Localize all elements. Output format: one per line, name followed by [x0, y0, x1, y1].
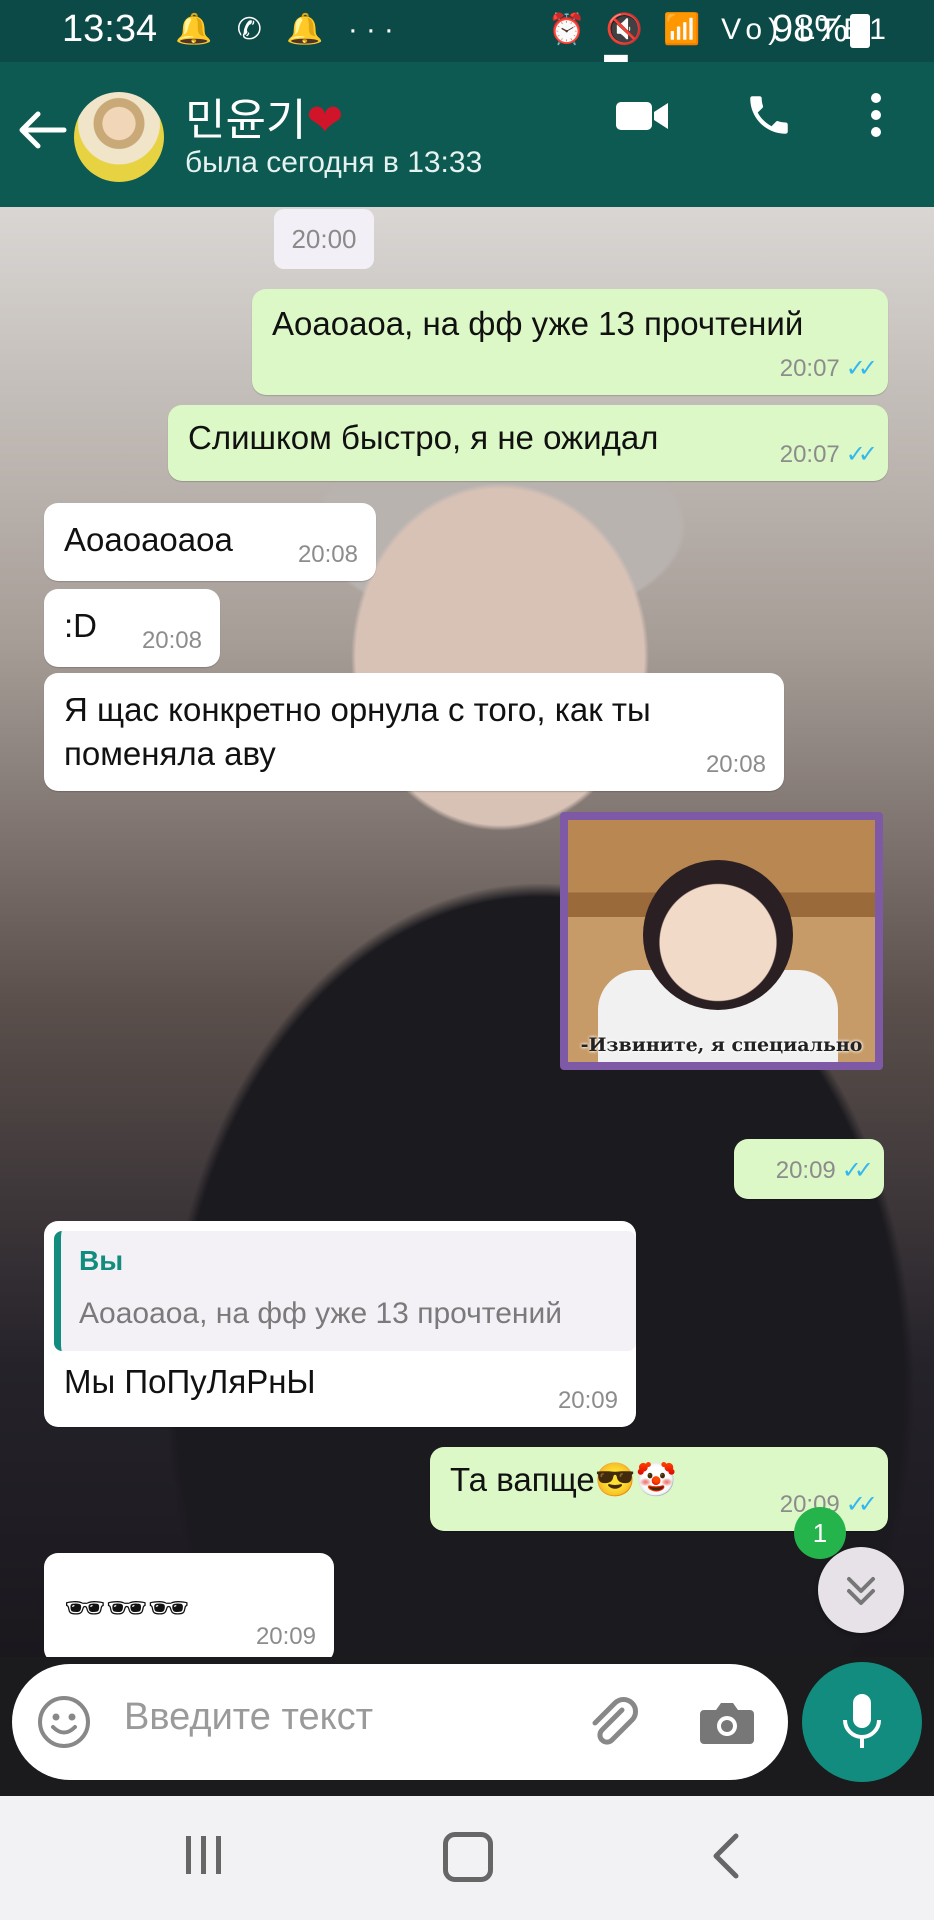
read-ticks-icon: ✓✓ [845, 441, 878, 468]
nav-home-icon[interactable] [443, 1832, 493, 1882]
message-time: 20:09 [775, 1157, 836, 1184]
status-bar: 13:34 🔔 ✆ 🔔 ··· ⏰ 🔇 📶 Vo) LTE1 ▂▄▆ 98% [0, 0, 934, 81]
chat-header: 민윤기❤ была сегодня в 13:33 [0, 62, 934, 207]
message-bubble-in[interactable]: Аоаоаоаоа 20:08 [44, 503, 376, 581]
more-vert-icon[interactable] [866, 92, 886, 138]
last-seen: была сегодня в 13:33 [185, 146, 483, 179]
message-bubble-in[interactable]: 🕶🕶🕶 20:09 [44, 1553, 334, 1657]
voice-record-button[interactable] [802, 1662, 922, 1782]
chat-area[interactable]: 20:00 Аоаоаоа, на фф уже 13 прочтений 20… [0, 207, 934, 1657]
emoji-icon[interactable] [36, 1694, 92, 1750]
message-text: Аоаоаоа, на фф уже 13 прочтений [272, 305, 804, 342]
quote-text: Аоаоаоа, на фф уже 13 прочтений [79, 1297, 562, 1330]
read-ticks-icon: ✓✓ [841, 1157, 874, 1184]
message-meta: 20:07 ✓✓ [779, 440, 878, 469]
back-arrow-icon[interactable] [16, 110, 68, 150]
message-time: 20:08 [705, 751, 766, 778]
image-meta-bubble: 20:09 ✓✓ [734, 1139, 884, 1199]
heart-emoji: ❤ [306, 96, 344, 145]
message-bubble-out[interactable]: Аоаоаоа, на фф уже 13 прочтений 20:07 ✓✓ [252, 289, 888, 395]
message-text-line2: поменяла аву [64, 735, 276, 772]
meme-figure-face [643, 860, 793, 1010]
contact-name-text: 민윤기 [185, 96, 307, 145]
message-time: 20:09 [557, 1387, 618, 1414]
contact-name[interactable]: 민윤기❤ [185, 84, 343, 148]
battery-icon [850, 14, 870, 48]
image-message[interactable]: -Извините, я специально [560, 812, 883, 1070]
meme-caption: -Извините, я специально [580, 1034, 863, 1056]
reply-message-bubble[interactable]: Вы Аоаоаоа, на фф уже 13 прочтений Мы По… [44, 1221, 636, 1427]
message-text: Мы ПоПуЛяРнЫ [64, 1363, 316, 1400]
message-bubble-in[interactable]: :D 20:08 [44, 589, 220, 667]
status-time: 13:34 [62, 8, 158, 50]
contact-avatar[interactable] [74, 92, 164, 182]
unread-count-badge: 1 [794, 1507, 846, 1559]
message-time: 20:08 [297, 541, 358, 568]
message-input[interactable]: Введите текст [124, 1696, 373, 1739]
camera-icon[interactable] [698, 1694, 756, 1752]
attach-icon[interactable] [582, 1692, 642, 1752]
video-call-icon[interactable] [614, 98, 670, 134]
message-time: 20:09 [255, 1623, 316, 1650]
battery-percent: 98% [772, 8, 849, 50]
message-text: :D [64, 607, 97, 644]
quoted-message[interactable]: Вы Аоаоаоа, на фф уже 13 прочтений [54, 1231, 636, 1351]
message-time: 20:07 [779, 441, 840, 468]
scroll-down-button[interactable] [818, 1547, 904, 1633]
message-text: Слишком быстро, я не ожидал [188, 419, 659, 456]
message-text-line1: Я щас конкретно орнула с того, как ты [64, 691, 651, 728]
message-bubble-out[interactable]: Слишком быстро, я не ожидал 20:07 ✓✓ [168, 405, 888, 481]
message-time: 20:08 [141, 627, 202, 654]
message-bubble-in[interactable]: Я щас конкретно орнула с того, как ты по… [44, 673, 784, 791]
scroll-down-icon [847, 1577, 875, 1605]
nav-recent-icon[interactable] [182, 1834, 226, 1876]
date-chip: 20:00 [274, 209, 374, 269]
system-nav-bar [0, 1796, 934, 1920]
status-notification-icons: 🔔 ✆ 🔔 ··· [175, 13, 402, 46]
message-text: Аоаоаоаоа [64, 521, 233, 558]
message-composer[interactable]: Введите текст [12, 1664, 788, 1780]
read-ticks-icon: ✓✓ [845, 1491, 878, 1518]
phone-icon[interactable] [744, 90, 794, 140]
quote-author: Вы [79, 1245, 124, 1276]
mic-icon [843, 1694, 881, 1748]
read-ticks-icon: ✓✓ [845, 355, 878, 382]
message-text: Та вапще😎🤡 [450, 1461, 677, 1498]
message-time: 20:07 [779, 355, 840, 382]
message-text: 🕶🕶🕶 [64, 1589, 190, 1626]
nav-back-icon[interactable] [708, 1832, 744, 1880]
meme-image: -Извините, я специально [568, 820, 875, 1062]
message-meta: 20:09 ✓✓ [775, 1156, 874, 1185]
message-meta: 20:07 ✓✓ [779, 354, 878, 383]
